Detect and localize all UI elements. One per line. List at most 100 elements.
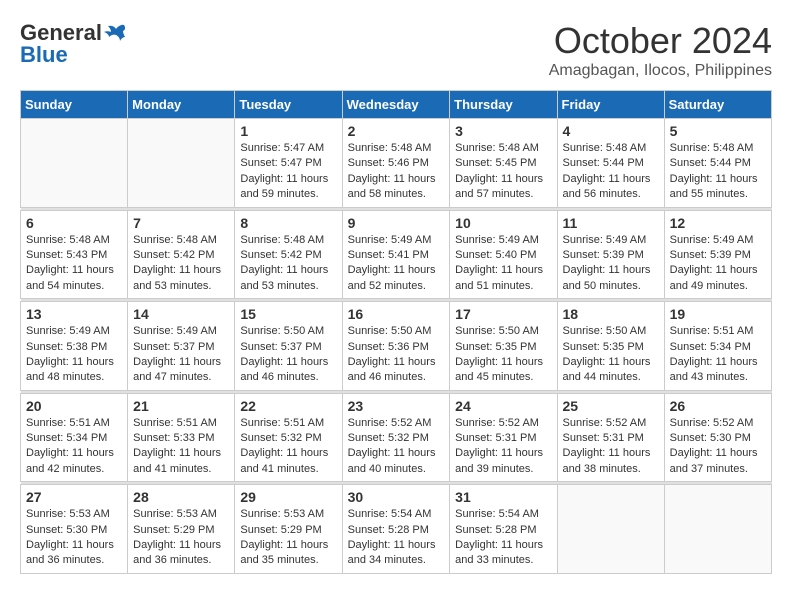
day-number: 28	[133, 489, 229, 505]
day-number: 27	[26, 489, 122, 505]
day-number: 10	[455, 215, 551, 231]
day-number: 5	[670, 123, 766, 139]
day-info: Sunrise: 5:53 AMSunset: 5:30 PMDaylight:…	[26, 507, 122, 569]
day-info: Sunrise: 5:53 AMSunset: 5:29 PMDaylight:…	[240, 507, 336, 569]
calendar-cell: 3Sunrise: 5:48 AMSunset: 5:45 PMDaylight…	[450, 119, 557, 208]
day-info: Sunrise: 5:49 AMSunset: 5:39 PMDaylight:…	[563, 233, 659, 295]
calendar-cell: 19 Sunrise: 5:51 AMSunset: 5:34 PMDayligh…	[664, 302, 771, 391]
day-number: 23	[348, 398, 445, 414]
calendar-cell: 21 Sunrise: 5:51 AMSunset: 5:33 PMDayligh…	[128, 393, 235, 482]
day-info: Sunrise: 5:53 AMSunset: 5:29 PMDaylight:…	[133, 507, 229, 569]
month-title: October 2024	[549, 20, 772, 62]
day-info: Sunrise: 5:48 AMSunset: 5:43 PMDaylight:…	[26, 233, 122, 295]
header: General Blue October 2024 Amagbagan, Ilo…	[20, 20, 772, 80]
header-sunday: Sunday	[21, 91, 128, 119]
day-info: Sunrise: 5:54 AMSunset: 5:28 PMDaylight:…	[455, 507, 551, 569]
calendar-week-5: 27 Sunrise: 5:53 AMSunset: 5:30 PMDayligh…	[21, 485, 772, 574]
day-number: 6	[26, 215, 122, 231]
calendar-cell	[128, 119, 235, 208]
calendar-cell: 26Sunrise: 5:52 AMSunset: 5:30 PMDayligh…	[664, 393, 771, 482]
day-number: 31	[455, 489, 551, 505]
header-monday: Monday	[128, 91, 235, 119]
day-info: Sunrise: 5:48 AMSunset: 5:42 PMDaylight:…	[133, 233, 229, 295]
day-info: Sunrise: 5:52 AMSunset: 5:32 PMDaylight:…	[348, 416, 445, 478]
calendar-cell: 29 Sunrise: 5:53 AMSunset: 5:29 PMDayligh…	[235, 485, 342, 574]
day-number: 21	[133, 398, 229, 414]
calendar-cell: 17 Sunrise: 5:50 AMSunset: 5:35 PMDayligh…	[450, 302, 557, 391]
calendar-week-1: 1 Sunrise: 5:47 AMSunset: 5:47 PMDaylight…	[21, 119, 772, 208]
day-info: Sunrise: 5:50 AMSunset: 5:35 PMDaylight:…	[563, 324, 659, 386]
calendar-cell: 7 Sunrise: 5:48 AMSunset: 5:42 PMDaylight…	[128, 210, 235, 299]
day-number: 7	[133, 215, 229, 231]
day-info: Sunrise: 5:50 AMSunset: 5:35 PMDaylight:…	[455, 324, 551, 386]
day-info: Sunrise: 5:50 AMSunset: 5:37 PMDaylight:…	[240, 324, 336, 386]
calendar-cell: 10 Sunrise: 5:49 AMSunset: 5:40 PMDayligh…	[450, 210, 557, 299]
header-tuesday: Tuesday	[235, 91, 342, 119]
header-friday: Friday	[557, 91, 664, 119]
header-saturday: Saturday	[664, 91, 771, 119]
calendar-cell: 25 Sunrise: 5:52 AMSunset: 5:31 PMDayligh…	[557, 393, 664, 482]
day-number: 25	[563, 398, 659, 414]
day-info: Sunrise: 5:52 AMSunset: 5:31 PMDaylight:…	[455, 416, 551, 478]
day-number: 3	[455, 123, 551, 139]
calendar-cell: 30 Sunrise: 5:54 AMSunset: 5:28 PMDayligh…	[342, 485, 450, 574]
day-info: Sunrise: 5:48 AMSunset: 5:46 PMDaylight:…	[348, 141, 445, 203]
calendar-cell: 31 Sunrise: 5:54 AMSunset: 5:28 PMDayligh…	[450, 485, 557, 574]
day-number: 13	[26, 306, 122, 322]
day-number: 22	[240, 398, 336, 414]
calendar-cell: 18Sunrise: 5:50 AMSunset: 5:35 PMDayligh…	[557, 302, 664, 391]
calendar-cell: 4Sunrise: 5:48 AMSunset: 5:44 PMDaylight…	[557, 119, 664, 208]
calendar-cell: 12Sunrise: 5:49 AMSunset: 5:39 PMDayligh…	[664, 210, 771, 299]
day-number: 24	[455, 398, 551, 414]
calendar-cell: 2 Sunrise: 5:48 AMSunset: 5:46 PMDaylight…	[342, 119, 450, 208]
day-info: Sunrise: 5:48 AMSunset: 5:44 PMDaylight:…	[563, 141, 659, 203]
location-title: Amagbagan, Ilocos, Philippines	[549, 62, 772, 80]
calendar-cell: 1 Sunrise: 5:47 AMSunset: 5:47 PMDaylight…	[235, 119, 342, 208]
day-info: Sunrise: 5:51 AMSunset: 5:33 PMDaylight:…	[133, 416, 229, 478]
calendar-cell: 13 Sunrise: 5:49 AMSunset: 5:38 PMDayligh…	[21, 302, 128, 391]
day-info: Sunrise: 5:51 AMSunset: 5:32 PMDaylight:…	[240, 416, 336, 478]
calendar-cell: 5Sunrise: 5:48 AMSunset: 5:44 PMDaylight…	[664, 119, 771, 208]
day-number: 1	[240, 123, 336, 139]
calendar-week-3: 13 Sunrise: 5:49 AMSunset: 5:38 PMDayligh…	[21, 302, 772, 391]
calendar-header-row: SundayMondayTuesdayWednesdayThursdayFrid…	[21, 91, 772, 119]
day-number: 19	[670, 306, 766, 322]
day-number: 29	[240, 489, 336, 505]
day-number: 17	[455, 306, 551, 322]
calendar-cell: 28 Sunrise: 5:53 AMSunset: 5:29 PMDayligh…	[128, 485, 235, 574]
day-number: 15	[240, 306, 336, 322]
day-number: 14	[133, 306, 229, 322]
calendar-cell: 8 Sunrise: 5:48 AMSunset: 5:42 PMDaylight…	[235, 210, 342, 299]
calendar-cell: 20Sunrise: 5:51 AMSunset: 5:34 PMDayligh…	[21, 393, 128, 482]
day-number: 11	[563, 215, 659, 231]
calendar-cell: 6 Sunrise: 5:48 AMSunset: 5:43 PMDaylight…	[21, 210, 128, 299]
day-info: Sunrise: 5:49 AMSunset: 5:37 PMDaylight:…	[133, 324, 229, 386]
day-number: 30	[348, 489, 445, 505]
calendar-cell	[21, 119, 128, 208]
day-number: 12	[670, 215, 766, 231]
calendar-cell: 11 Sunrise: 5:49 AMSunset: 5:39 PMDayligh…	[557, 210, 664, 299]
calendar-cell: 9Sunrise: 5:49 AMSunset: 5:41 PMDaylight…	[342, 210, 450, 299]
logo-bird-icon	[104, 23, 126, 43]
calendar: SundayMondayTuesdayWednesdayThursdayFrid…	[20, 90, 772, 574]
day-info: Sunrise: 5:51 AMSunset: 5:34 PMDaylight:…	[26, 416, 122, 478]
calendar-cell: 23 Sunrise: 5:52 AMSunset: 5:32 PMDayligh…	[342, 393, 450, 482]
day-info: Sunrise: 5:51 AMSunset: 5:34 PMDaylight:…	[670, 324, 766, 386]
day-number: 16	[348, 306, 445, 322]
day-info: Sunrise: 5:52 AMSunset: 5:31 PMDaylight:…	[563, 416, 659, 478]
logo: General Blue	[20, 20, 128, 68]
day-number: 2	[348, 123, 445, 139]
day-info: Sunrise: 5:47 AMSunset: 5:47 PMDaylight:…	[240, 141, 336, 203]
day-info: Sunrise: 5:52 AMSunset: 5:30 PMDaylight:…	[670, 416, 766, 478]
day-info: Sunrise: 5:54 AMSunset: 5:28 PMDaylight:…	[348, 507, 445, 569]
calendar-cell: 16Sunrise: 5:50 AMSunset: 5:36 PMDayligh…	[342, 302, 450, 391]
calendar-week-4: 20Sunrise: 5:51 AMSunset: 5:34 PMDayligh…	[21, 393, 772, 482]
calendar-cell	[664, 485, 771, 574]
day-info: Sunrise: 5:49 AMSunset: 5:40 PMDaylight:…	[455, 233, 551, 295]
day-number: 8	[240, 215, 336, 231]
calendar-cell: 24 Sunrise: 5:52 AMSunset: 5:31 PMDayligh…	[450, 393, 557, 482]
day-info: Sunrise: 5:48 AMSunset: 5:42 PMDaylight:…	[240, 233, 336, 295]
calendar-week-2: 6 Sunrise: 5:48 AMSunset: 5:43 PMDaylight…	[21, 210, 772, 299]
logo-blue: Blue	[20, 42, 68, 68]
day-info: Sunrise: 5:49 AMSunset: 5:38 PMDaylight:…	[26, 324, 122, 386]
